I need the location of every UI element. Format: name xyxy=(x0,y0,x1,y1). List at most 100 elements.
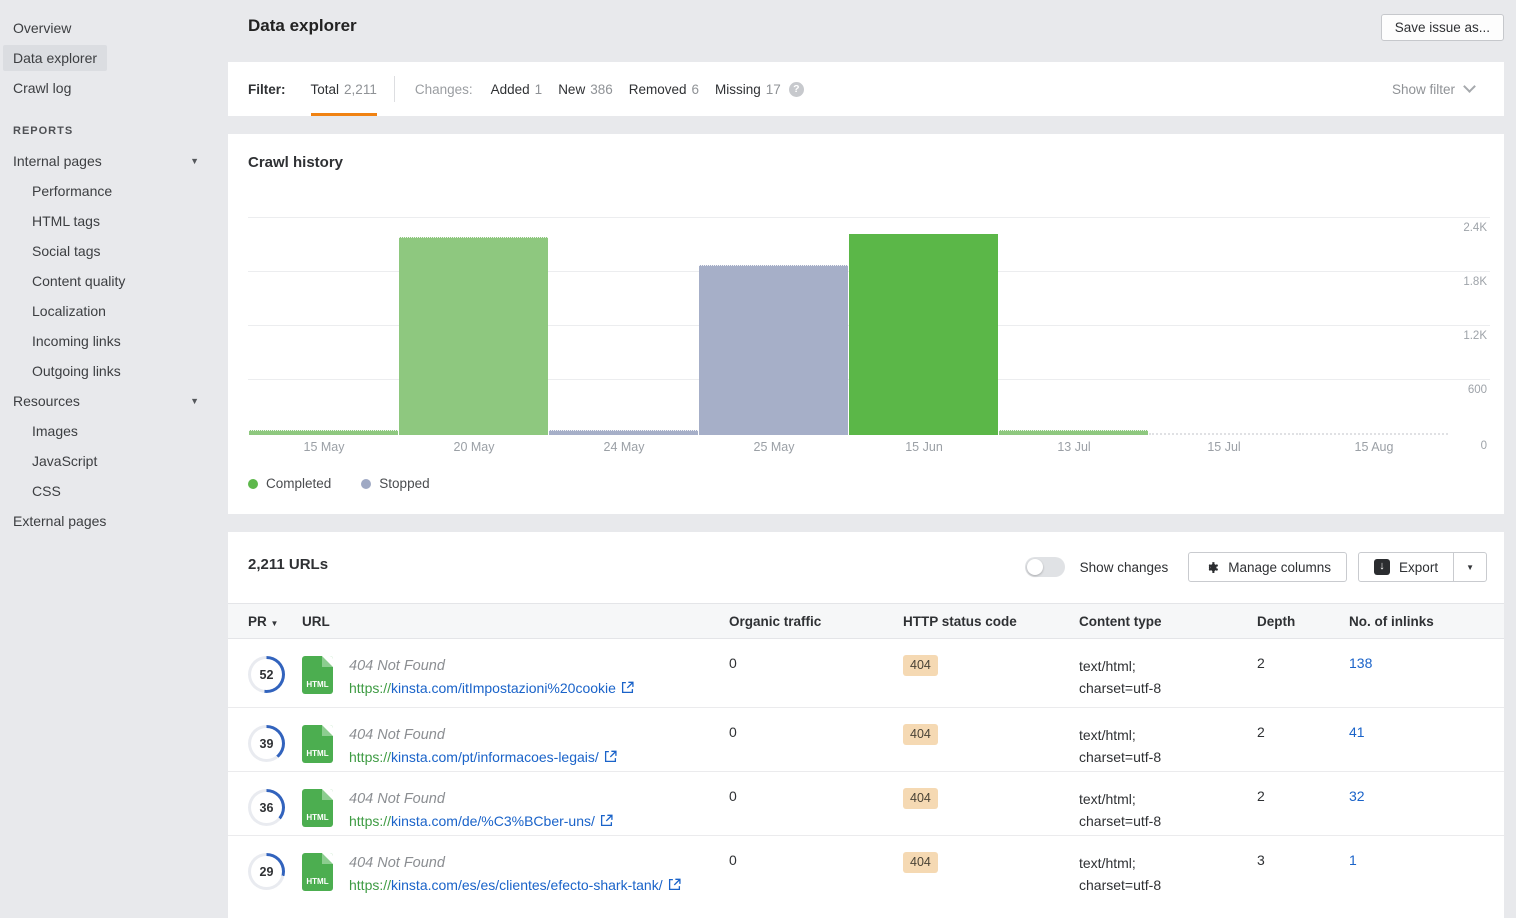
inlinks-link[interactable]: 1 xyxy=(1349,852,1357,868)
x-axis-tick: 15 Jun xyxy=(849,440,999,454)
sidebar-item-javascript[interactable]: JavaScript xyxy=(0,446,228,476)
filter-tab-new[interactable]: New 386 xyxy=(558,62,613,116)
y-axis-tick: 1.2K xyxy=(1447,330,1487,342)
chart-bar[interactable] xyxy=(849,234,998,435)
chart-slot xyxy=(249,217,399,435)
sidebar-item-external-pages[interactable]: External pages xyxy=(0,506,228,536)
chart-bar[interactable] xyxy=(1149,433,1298,435)
chevron-down-icon: ▼ xyxy=(1466,563,1474,572)
table-row: 39 HTML 404 Not Found https://kinsta.com… xyxy=(228,707,1504,771)
sidebar-item-label: Localization xyxy=(32,303,106,319)
x-axis-tick: 15 Aug xyxy=(1299,440,1449,454)
export-button[interactable]: ↓ Export xyxy=(1359,553,1453,581)
pr-score-ring: 36 xyxy=(248,789,285,826)
external-link-icon[interactable] xyxy=(604,750,617,763)
sidebar: Overview Data explorer Crawl log REPORTS… xyxy=(0,0,228,918)
table-row: 52 HTML 404 Not Found https://kinsta.com… xyxy=(228,639,1504,707)
export-dropdown-caret[interactable]: ▼ xyxy=(1453,553,1486,581)
show-changes-label: Show changes xyxy=(1080,560,1169,575)
page-title: Data explorer xyxy=(248,16,357,36)
organic-traffic-value: 0 xyxy=(729,655,903,707)
sidebar-item-incoming-links[interactable]: Incoming links xyxy=(0,326,228,356)
sidebar-item-content-quality[interactable]: Content quality xyxy=(0,266,228,296)
sidebar-item-crawl-log[interactable]: Crawl log xyxy=(0,73,228,103)
legend-item-completed: Completed xyxy=(248,476,331,491)
sidebar-item-html-tags[interactable]: HTML tags xyxy=(0,206,228,236)
sidebar-item-localization[interactable]: Localization xyxy=(0,296,228,326)
url-link[interactable]: kinsta.com/de/%C3%BCber-uns/ xyxy=(391,813,595,829)
inlinks-link[interactable]: 41 xyxy=(1349,724,1365,740)
table-row: 36 HTML 404 Not Found https://kinsta.com… xyxy=(228,771,1504,835)
external-link-icon[interactable] xyxy=(668,878,681,891)
column-header-depth[interactable]: Depth xyxy=(1257,614,1349,629)
filter-bar: Filter: Total 2,211 Changes: Added 1 New… xyxy=(228,62,1504,116)
column-header-organic-traffic[interactable]: Organic traffic xyxy=(729,614,903,629)
sidebar-item-label: JavaScript xyxy=(32,453,97,469)
chart-bar[interactable] xyxy=(999,430,1148,435)
url-link[interactable]: kinsta.com/pt/informacoes-legais/ xyxy=(391,749,599,765)
chevron-down-icon[interactable]: ▼ xyxy=(190,386,199,416)
x-axis-tick: 20 May xyxy=(399,440,549,454)
manage-columns-button[interactable]: Manage columns xyxy=(1188,552,1347,582)
sidebar-item-resources[interactable]: Resources ▼ xyxy=(0,386,228,416)
table-toolbar: Show changes Manage columns ↓ Export ▼ xyxy=(1025,552,1487,582)
chart-bar[interactable] xyxy=(699,265,848,435)
chart-bar[interactable] xyxy=(399,237,548,435)
legend-item-stopped: Stopped xyxy=(361,476,429,491)
filter-tab-total[interactable]: Total 2,211 xyxy=(311,62,377,116)
organic-traffic-value: 0 xyxy=(729,724,903,771)
column-header-pr[interactable]: PR ▼ xyxy=(248,614,302,629)
url-count-label: 2,211 URLs xyxy=(248,556,328,573)
external-link-icon[interactable] xyxy=(600,814,613,827)
page-title-404: 404 Not Found xyxy=(349,788,709,810)
column-header-content-type[interactable]: Content type xyxy=(1079,614,1257,629)
download-icon: ↓ xyxy=(1374,559,1390,575)
sidebar-item-label: Crawl log xyxy=(13,80,71,96)
filter-label: Filter: xyxy=(248,82,286,97)
table-body: 52 HTML 404 Not Found https://kinsta.com… xyxy=(228,639,1504,918)
sidebar-item-data-explorer[interactable]: Data explorer xyxy=(0,43,228,73)
total-count: 2,211 xyxy=(344,82,377,97)
chart-bar[interactable] xyxy=(549,430,698,435)
column-header-http-status[interactable]: HTTP status code xyxy=(903,614,1079,629)
sidebar-group-label: Resources xyxy=(13,393,80,409)
page-title-404: 404 Not Found xyxy=(349,724,709,746)
sidebar-item-images[interactable]: Images xyxy=(0,416,228,446)
chart-slot xyxy=(549,217,699,435)
show-changes-toggle[interactable] xyxy=(1025,557,1065,577)
url-link[interactable]: kinsta.com/es/es/clientes/efecto-shark-t… xyxy=(391,877,663,893)
save-issue-as-button[interactable]: Save issue as... xyxy=(1381,14,1504,41)
chart-bar[interactable] xyxy=(249,430,398,435)
sidebar-item-css[interactable]: CSS xyxy=(0,476,228,506)
html-file-icon: HTML xyxy=(302,725,333,763)
filter-tab-missing[interactable]: Missing 17 xyxy=(715,62,781,116)
column-header-url[interactable]: URL xyxy=(302,614,729,629)
organic-traffic-value: 0 xyxy=(729,852,903,918)
html-file-icon: HTML xyxy=(302,853,333,891)
toggle-knob xyxy=(1027,559,1043,575)
chart-title: Crawl history xyxy=(248,154,343,171)
filter-tab-removed[interactable]: Removed 6 xyxy=(629,62,699,116)
inlinks-link[interactable]: 32 xyxy=(1349,788,1365,804)
html-file-icon: HTML xyxy=(302,656,333,694)
sidebar-item-social-tags[interactable]: Social tags xyxy=(0,236,228,266)
help-icon[interactable]: ? xyxy=(789,82,804,97)
sidebar-item-performance[interactable]: Performance xyxy=(0,176,228,206)
sidebar-item-overview[interactable]: Overview xyxy=(0,13,228,43)
y-axis-tick: 0 xyxy=(1447,440,1487,452)
pr-score-ring: 29 xyxy=(248,853,285,890)
sidebar-item-internal-pages[interactable]: Internal pages ▼ xyxy=(0,146,228,176)
y-axis-tick: 600 xyxy=(1447,384,1487,396)
chart-bar[interactable] xyxy=(1299,433,1448,435)
column-header-inlinks[interactable]: No. of inlinks xyxy=(1349,614,1487,629)
show-filter-toggle[interactable]: Show filter xyxy=(1392,62,1474,116)
sidebar-item-outgoing-links[interactable]: Outgoing links xyxy=(0,356,228,386)
sort-desc-icon: ▼ xyxy=(271,619,279,628)
external-link-icon[interactable] xyxy=(621,681,634,694)
sidebar-group-label: Internal pages xyxy=(13,153,102,169)
filter-tab-added[interactable]: Added 1 xyxy=(491,62,543,116)
chevron-down-icon[interactable]: ▼ xyxy=(190,146,199,176)
chart-slot xyxy=(699,217,849,435)
inlinks-link[interactable]: 138 xyxy=(1349,655,1372,671)
url-link[interactable]: kinsta.com/itImpostazioni%20cookie xyxy=(391,680,616,696)
